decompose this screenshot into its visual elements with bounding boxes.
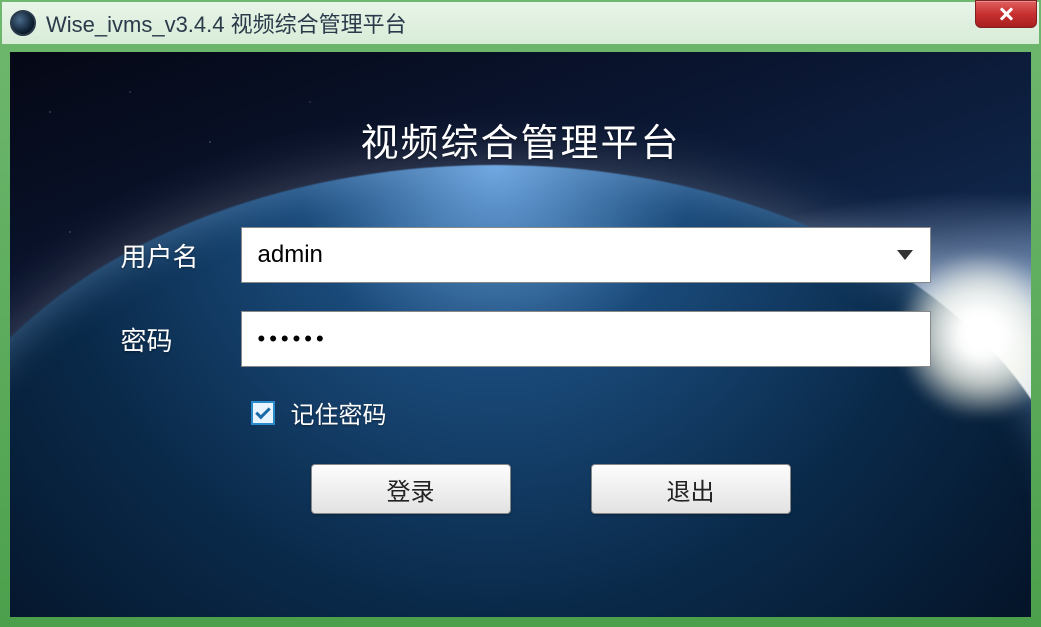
- window-title: Wise_ivms_v3.4.4 视频综合管理平台: [46, 7, 407, 39]
- exit-button[interactable]: 退出: [591, 464, 791, 514]
- chevron-down-icon[interactable]: [897, 250, 913, 260]
- login-panel: 视频综合管理平台 用户名 密码: [10, 52, 1031, 617]
- password-label: 密码: [111, 321, 241, 358]
- remember-label: 记住密码: [291, 395, 387, 430]
- password-field-wrap: [241, 311, 931, 367]
- app-icon: [10, 10, 36, 36]
- login-form: 用户名 密码 记住密码: [111, 227, 931, 514]
- check-icon: [255, 403, 271, 419]
- close-button[interactable]: [975, 0, 1037, 28]
- close-icon: [998, 6, 1014, 22]
- app-heading: 视频综合管理平台: [10, 112, 1031, 167]
- window-frame: Wise_ivms_v3.4.4 视频综合管理平台 视频综合管理平台 用户名 密…: [0, 0, 1041, 627]
- title-bar[interactable]: Wise_ivms_v3.4.4 视频综合管理平台: [2, 2, 1039, 44]
- remember-row: 记住密码: [251, 395, 931, 430]
- password-input[interactable]: [241, 311, 931, 367]
- password-row: 密码: [111, 311, 931, 367]
- login-content: 视频综合管理平台 用户名 密码: [10, 52, 1031, 514]
- remember-checkbox[interactable]: [251, 401, 275, 425]
- username-row: 用户名: [111, 227, 931, 283]
- username-input[interactable]: [241, 227, 931, 283]
- username-field-wrap: [241, 227, 931, 283]
- login-button[interactable]: 登录: [311, 464, 511, 514]
- button-row: 登录 退出: [171, 464, 931, 514]
- username-label: 用户名: [111, 237, 241, 274]
